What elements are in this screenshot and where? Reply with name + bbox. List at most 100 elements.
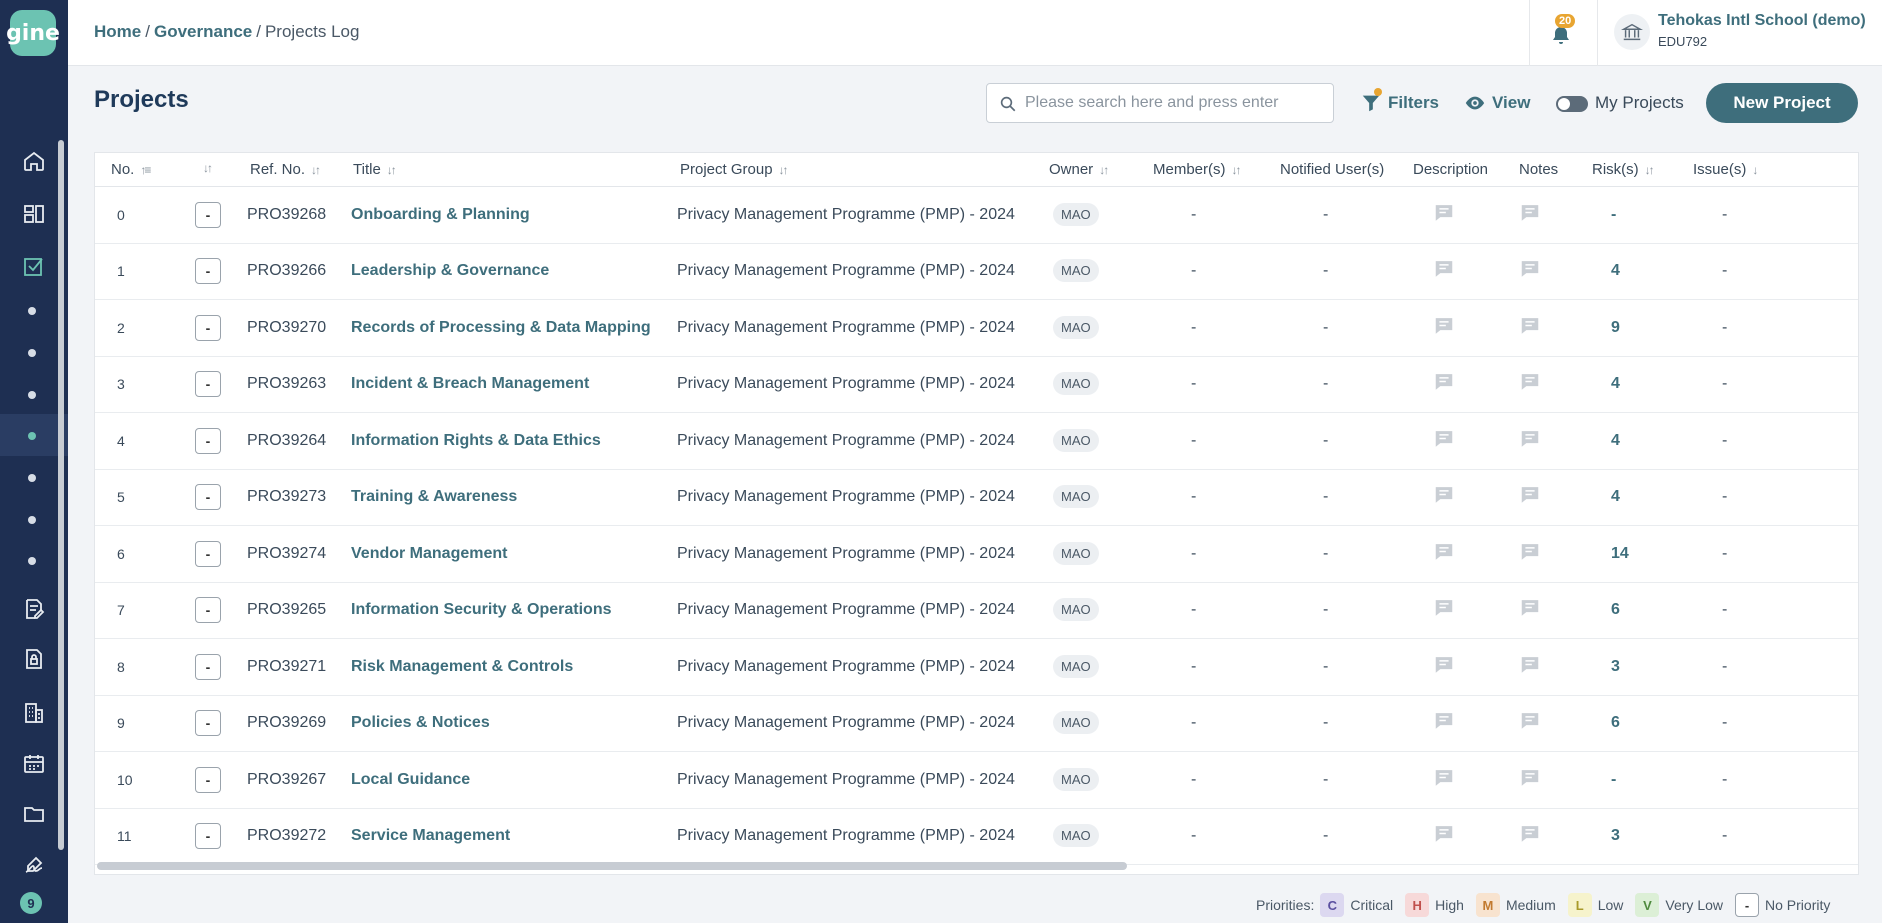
priority-selector[interactable]: -: [195, 314, 221, 341]
priority-value[interactable]: -: [195, 597, 221, 624]
signature-icon[interactable]: [18, 850, 50, 882]
header-owner[interactable]: Owner ↓↑: [1049, 161, 1109, 178]
home-icon[interactable]: [18, 145, 50, 177]
project-title-link[interactable]: Incident & Breach Management: [351, 375, 589, 393]
priority-selector[interactable]: -: [195, 484, 221, 511]
sidebar-subitem-5[interactable]: [28, 474, 36, 482]
priority-selector[interactable]: -: [195, 201, 221, 228]
horizontal-scrollbar[interactable]: [97, 862, 1127, 870]
header-no[interactable]: No. ↑≡: [111, 161, 151, 178]
priority-value[interactable]: -: [195, 427, 221, 454]
priority-value[interactable]: -: [195, 823, 221, 850]
description-comment-icon[interactable]: [1433, 484, 1455, 511]
project-title-link[interactable]: Service Management: [351, 827, 510, 845]
table-row[interactable]: 1 - PRO39266 Leadership & Governance Privacy…: [95, 244, 1858, 300]
risks-count[interactable]: 4: [1611, 432, 1620, 450]
notes-comment-icon[interactable]: [1519, 540, 1541, 567]
notes-comment-icon[interactable]: [1519, 314, 1541, 341]
sidebar-subitem-3[interactable]: [28, 391, 36, 399]
priority-value[interactable]: -: [195, 201, 221, 228]
header-ref[interactable]: Ref. No. ↓↑: [250, 161, 321, 178]
sidebar-subitem-6[interactable]: [28, 516, 36, 524]
dashboard-icon[interactable]: [18, 198, 50, 230]
lock-icon[interactable]: [18, 643, 50, 675]
priority-value[interactable]: -: [195, 540, 221, 567]
header-project-group[interactable]: Project Group ↓↑: [680, 161, 789, 178]
owner-chip[interactable]: MAO: [1053, 428, 1099, 452]
risks-count[interactable]: 4: [1611, 488, 1620, 506]
app-logo[interactable]: gine: [6, 10, 60, 56]
project-title-link[interactable]: Leadership & Governance: [351, 262, 549, 280]
breadcrumb-governance[interactable]: Governance: [154, 22, 252, 41]
notes-comment-icon[interactable]: [1519, 597, 1541, 624]
header-members[interactable]: Member(s) ↓↑: [1153, 161, 1242, 178]
search-input[interactable]: [1025, 92, 1325, 114]
notes-comment-icon[interactable]: [1519, 653, 1541, 680]
priority-value[interactable]: -: [195, 653, 221, 680]
risks-count[interactable]: 14: [1611, 545, 1629, 563]
description-comment-icon[interactable]: [1433, 371, 1455, 398]
notes-comment-icon[interactable]: [1519, 766, 1541, 793]
priority-value[interactable]: -: [195, 766, 221, 793]
table-row[interactable]: 4 - PRO39264 Information Rights & Data Ethi…: [95, 413, 1858, 470]
owner-chip[interactable]: MAO: [1053, 202, 1099, 226]
table-row[interactable]: 7 - PRO39265 Information Security & Operati…: [95, 583, 1858, 639]
description-comment-icon[interactable]: [1433, 823, 1455, 850]
my-projects-toggle[interactable]: [1556, 96, 1588, 112]
priority-selector[interactable]: -: [195, 710, 221, 737]
notes-comment-icon[interactable]: [1519, 371, 1541, 398]
notes-comment-icon[interactable]: [1519, 201, 1541, 228]
project-title-link[interactable]: Vendor Management: [351, 545, 507, 563]
project-title-link[interactable]: Risk Management & Controls: [351, 658, 573, 676]
table-row[interactable]: 2 - PRO39270 Records of Processing & Data M…: [95, 300, 1858, 357]
notes-comment-icon[interactable]: [1519, 823, 1541, 850]
risks-count[interactable]: 6: [1611, 714, 1620, 732]
priority-value[interactable]: -: [195, 371, 221, 398]
description-comment-icon[interactable]: [1433, 258, 1455, 285]
owner-chip[interactable]: MAO: [1053, 824, 1099, 848]
sidebar-scrollbar[interactable]: [58, 140, 64, 850]
project-title-link[interactable]: Information Rights & Data Ethics: [351, 432, 601, 450]
header-title[interactable]: Title ↓↑: [353, 161, 397, 178]
description-comment-icon[interactable]: [1433, 427, 1455, 454]
risks-count[interactable]: 4: [1611, 375, 1620, 393]
priority-value[interactable]: -: [195, 710, 221, 737]
filters-button[interactable]: Filters: [1360, 88, 1439, 114]
risks-count[interactable]: -: [1611, 771, 1616, 789]
building-icon[interactable]: [18, 697, 50, 729]
priority-value[interactable]: -: [195, 258, 221, 285]
edit-document-icon[interactable]: [18, 593, 50, 625]
table-row[interactable]: 11 - PRO39272 Service Management Privacy Man…: [95, 809, 1858, 865]
description-comment-icon[interactable]: [1433, 653, 1455, 680]
owner-chip[interactable]: MAO: [1053, 259, 1099, 283]
project-title-link[interactable]: Onboarding & Planning: [351, 206, 530, 224]
table-row[interactable]: 5 - PRO39273 Training & Awareness Privacy Ma…: [95, 470, 1858, 526]
priority-selector[interactable]: -: [195, 540, 221, 567]
risks-count[interactable]: 4: [1611, 262, 1620, 280]
priority-value[interactable]: -: [195, 484, 221, 511]
owner-chip[interactable]: MAO: [1053, 372, 1099, 396]
table-row[interactable]: 0 - PRO39268 Onboarding & Planning Privacy M…: [95, 187, 1858, 244]
description-comment-icon[interactable]: [1433, 201, 1455, 228]
table-row[interactable]: 10 - PRO39267 Local Guidance Privacy Managem…: [95, 752, 1858, 809]
owner-chip[interactable]: MAO: [1053, 598, 1099, 622]
table-row[interactable]: 8 - PRO39271 Risk Management & Controls Priv…: [95, 639, 1858, 696]
calendar-icon[interactable]: [18, 748, 50, 780]
breadcrumb-home[interactable]: Home: [94, 22, 141, 41]
institution-icon[interactable]: [1614, 14, 1650, 50]
help-badge[interactable]: 9: [20, 892, 42, 914]
new-project-button[interactable]: New Project: [1706, 83, 1858, 123]
sidebar-subitem-2[interactable]: [28, 349, 36, 357]
priority-selector[interactable]: -: [195, 653, 221, 680]
description-comment-icon[interactable]: [1433, 710, 1455, 737]
notes-comment-icon[interactable]: [1519, 484, 1541, 511]
table-row[interactable]: 9 - PRO39269 Policies & Notices Privacy Mana…: [95, 696, 1858, 752]
priority-value[interactable]: -: [195, 314, 221, 341]
priority-selector[interactable]: -: [195, 371, 221, 398]
org-name[interactable]: Tehokas Intl School (demo): [1658, 12, 1866, 30]
table-row[interactable]: 3 - PRO39263 Incident & Breach Management Pr…: [95, 357, 1858, 413]
project-title-link[interactable]: Records of Processing & Data Mapping: [351, 319, 651, 337]
owner-chip[interactable]: MAO: [1053, 654, 1099, 678]
project-title-link[interactable]: Information Security & Operations: [351, 601, 611, 619]
risks-count[interactable]: 3: [1611, 827, 1620, 845]
